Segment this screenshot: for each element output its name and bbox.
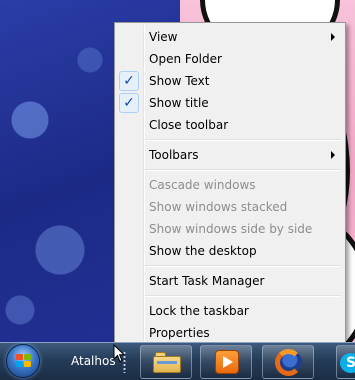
menu-item-label: Start Task Manager: [149, 274, 265, 288]
taskbar-button-windows-explorer[interactable]: [140, 345, 192, 379]
menu-item-show-title[interactable]: ✓ Show title: [117, 93, 343, 113]
menu-item-lock-the-taskbar[interactable]: Lock the taskbar: [117, 301, 343, 321]
start-button[interactable]: [6, 344, 40, 378]
menu-item-show-windows-side-by-side: Show windows side by side: [117, 219, 343, 239]
toolbar-label-atalhos[interactable]: Atalhos: [71, 354, 116, 368]
menu-item-label: Cascade windows: [149, 178, 256, 192]
menu-item-label: Open Folder: [149, 52, 222, 66]
menu-item-label: Close toolbar: [149, 118, 229, 132]
menu-item-properties[interactable]: Properties: [117, 323, 343, 343]
taskbar-button-skype[interactable]: S: [336, 345, 355, 379]
menu-item-label: Show windows side by side: [149, 222, 313, 236]
firefox-icon: [275, 349, 302, 376]
menu-separator: [145, 139, 341, 141]
menu-item-label: Show the desktop: [149, 244, 257, 258]
taskbar-button-firefox[interactable]: [262, 345, 314, 379]
menu-separator: [145, 265, 341, 267]
menu-item-close-toolbar[interactable]: Close toolbar: [117, 115, 343, 135]
checkmark-icon: ✓: [119, 71, 139, 91]
windows-logo-icon: [16, 354, 31, 368]
mouse-pointer-icon: [113, 344, 125, 363]
menu-item-show-text[interactable]: ✓ Show Text: [117, 71, 343, 91]
menu-item-show-the-desktop[interactable]: Show the desktop: [117, 241, 343, 261]
menu-item-start-task-manager[interactable]: Start Task Manager: [117, 271, 343, 291]
menu-item-label: View: [149, 30, 178, 44]
menu-separator: [145, 169, 341, 171]
menu-item-label: Show Text: [149, 74, 210, 88]
menu-item-label: Properties: [149, 326, 210, 340]
menu-item-open-folder[interactable]: Open Folder: [117, 49, 343, 69]
windows-explorer-icon: [153, 351, 181, 373]
media-player-icon: [215, 350, 239, 374]
skype-icon: S: [340, 353, 355, 373]
submenu-arrow-icon: [331, 33, 335, 41]
taskbar: Atalhos S: [0, 342, 355, 380]
taskbar-button-media-player[interactable]: [200, 345, 252, 379]
menu-item-cascade-windows: Cascade windows: [117, 175, 343, 195]
checkmark-icon: ✓: [119, 93, 139, 113]
submenu-arrow-icon: [331, 151, 335, 159]
menu-item-label: Lock the taskbar: [149, 304, 249, 318]
menu-item-view[interactable]: View: [117, 27, 343, 47]
menu-separator: [145, 295, 341, 297]
menu-item-show-windows-stacked: Show windows stacked: [117, 197, 343, 217]
menu-item-label: Show windows stacked: [149, 200, 288, 214]
menu-item-label: Toolbars: [149, 148, 199, 162]
taskbar-context-menu: View Open Folder ✓ Show Text ✓ Show titl…: [114, 22, 346, 344]
menu-item-label: Show title: [149, 96, 209, 110]
menu-item-toolbars[interactable]: Toolbars: [117, 145, 343, 165]
